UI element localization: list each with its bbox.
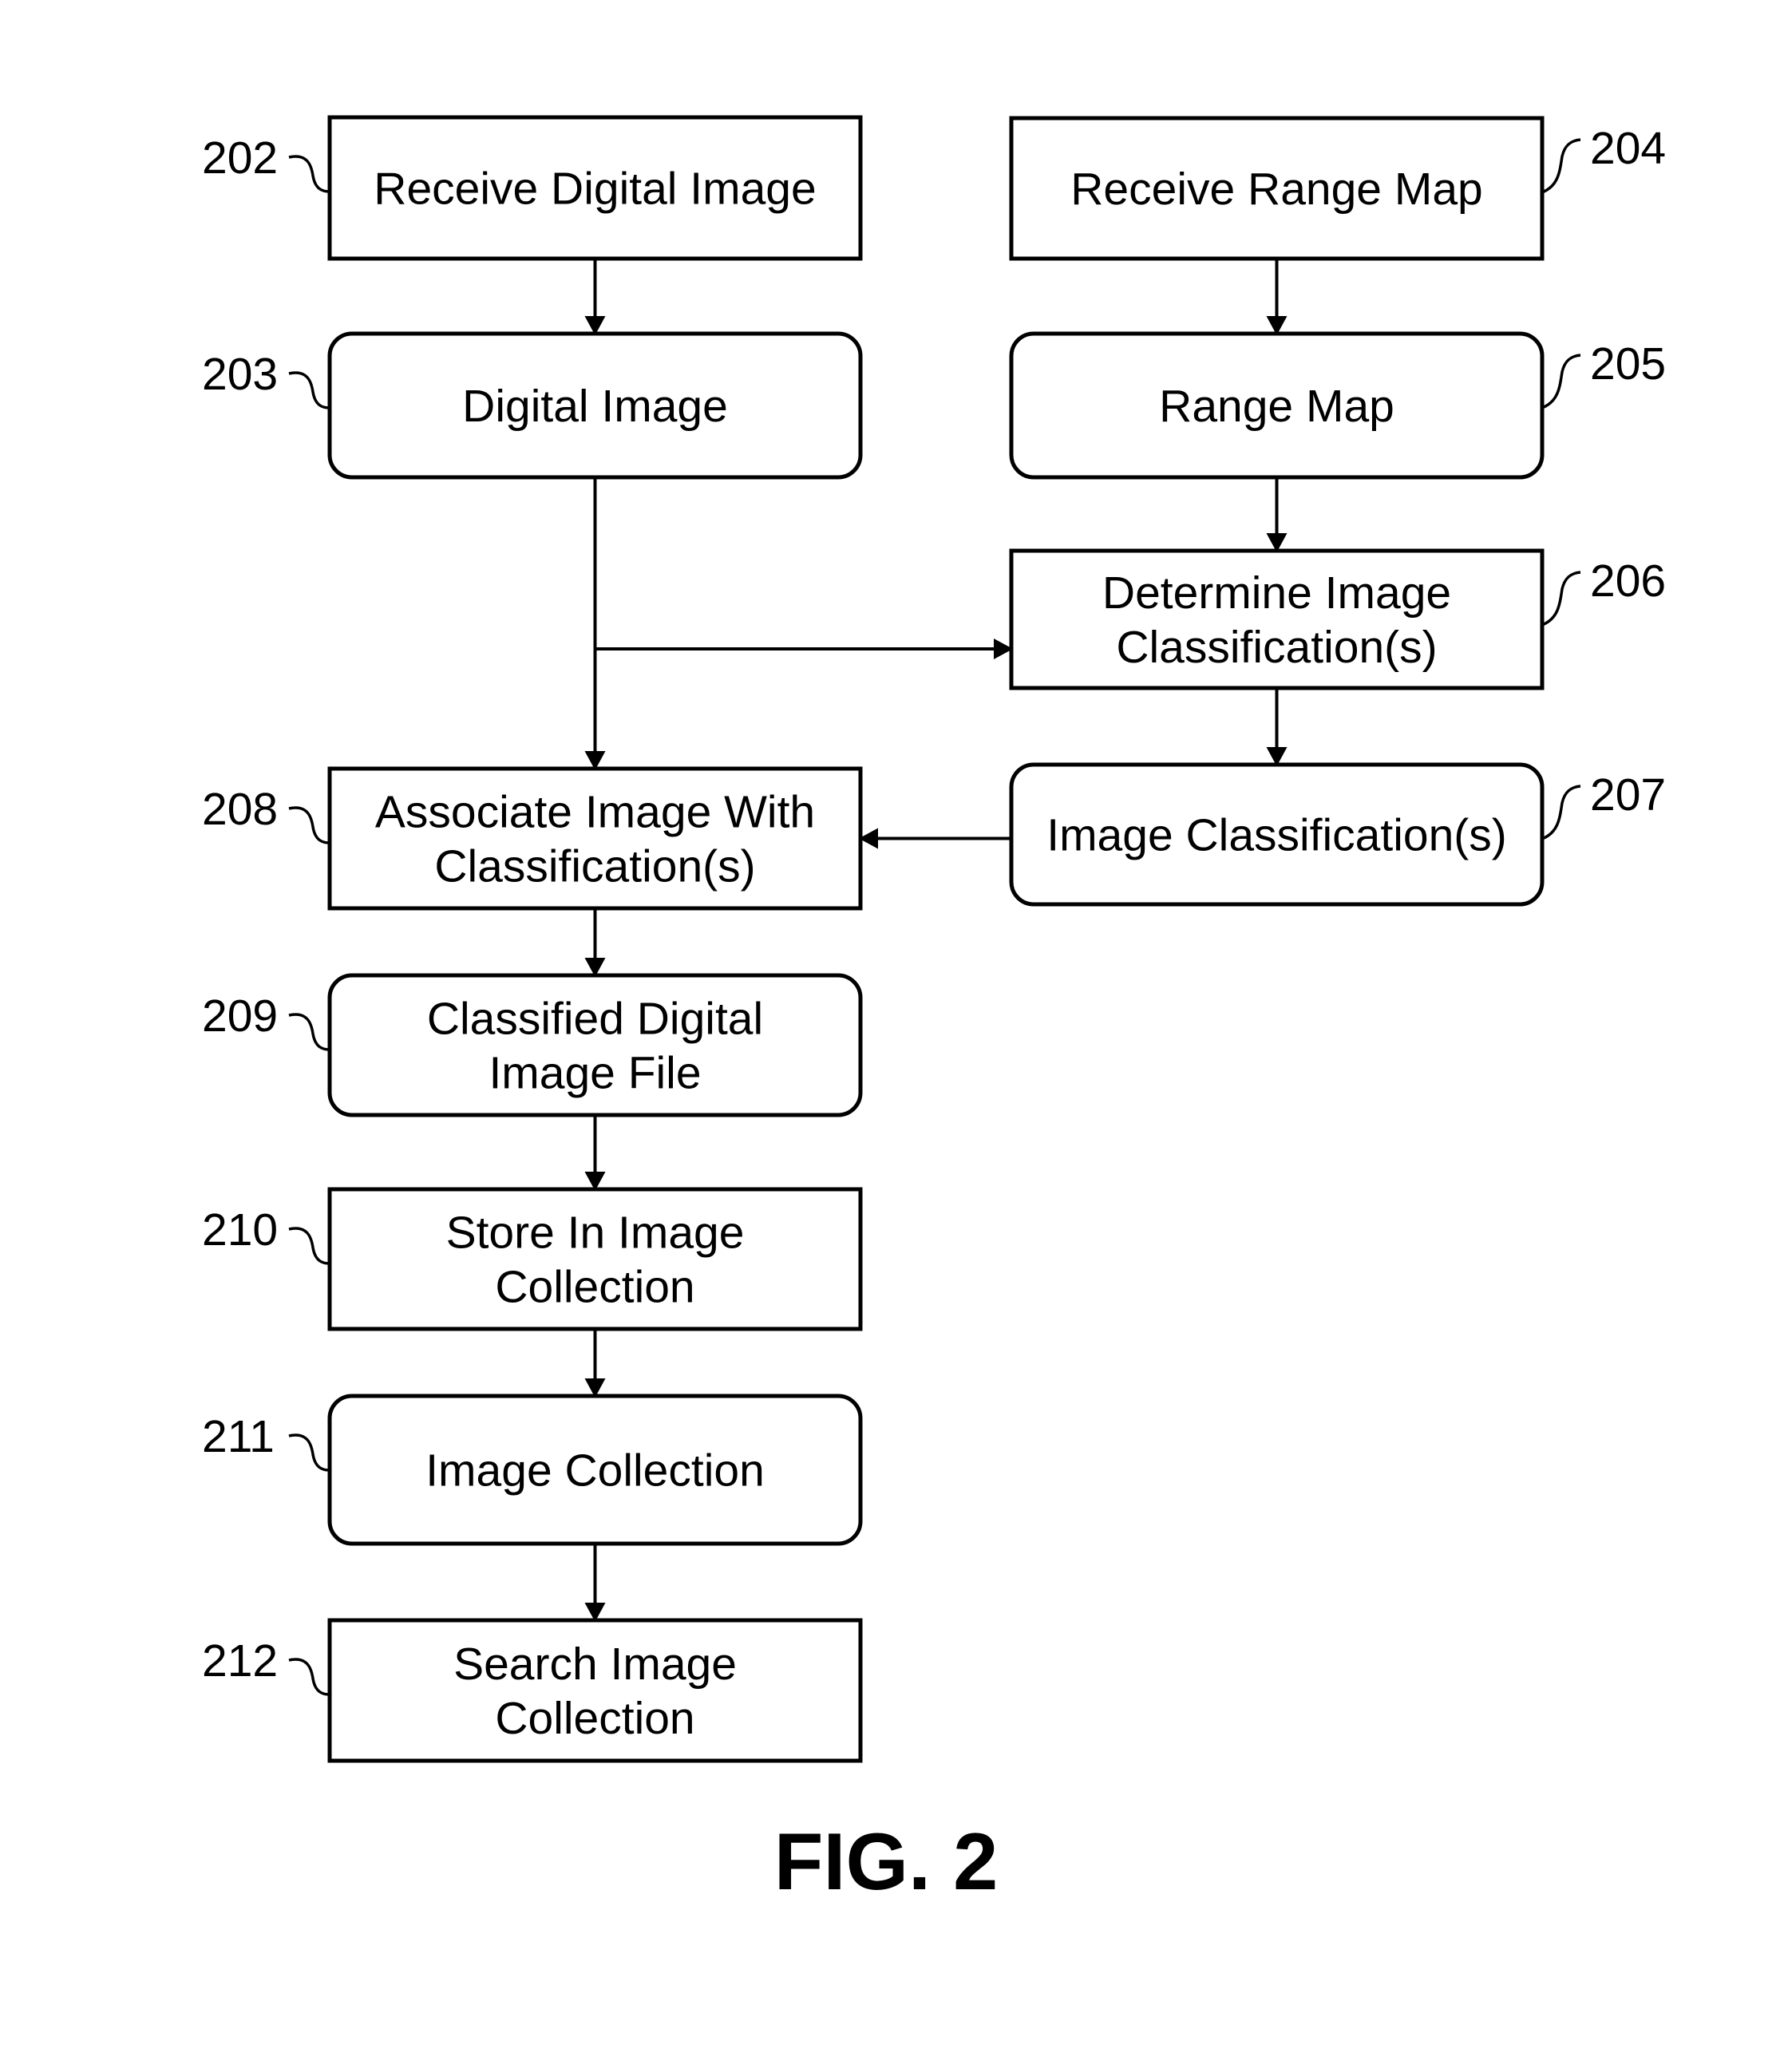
reference-number: 211 <box>202 1411 275 1462</box>
leader-line <box>288 1227 330 1265</box>
reference-numeral-202: 202 <box>202 132 330 193</box>
nodes-layer: Receive Digital Image Digital Image Receiv… <box>327 115 1545 1763</box>
flow-node-206: Determine ImageClassification(s) <box>1009 548 1545 690</box>
node-label-line: Image Collection <box>425 1445 765 1497</box>
node-label-line: Image File <box>489 1048 701 1099</box>
leader-line <box>1541 354 1581 409</box>
node-label-line: Classification(s) <box>434 841 755 892</box>
node-label-line: Receive Digital Image <box>374 164 816 215</box>
node-label-line: Image Classification(s) <box>1046 810 1507 861</box>
flow-node-209: Classified DigitalImage File <box>327 973 863 1117</box>
node-label-line: Digital Image <box>462 381 728 432</box>
figure-label: FIG. 2 <box>774 1817 999 1907</box>
leader-line <box>288 1013 330 1051</box>
flow-node-205: Range Map <box>1009 331 1545 480</box>
flow-node-207: Image Classification(s) <box>1009 762 1545 907</box>
reference-number: 204 <box>1590 123 1666 174</box>
reference-number: 205 <box>1590 338 1666 389</box>
reference-number: 212 <box>202 1635 278 1686</box>
reference-numeral-211: 211 <box>202 1411 330 1472</box>
reference-number: 202 <box>202 132 278 184</box>
reference-numeral-209: 209 <box>202 991 330 1051</box>
node-label-line: Classification(s) <box>1116 622 1437 673</box>
flow-node-211: Image Collection <box>327 1394 863 1546</box>
leader-line <box>1541 785 1581 840</box>
reference-numeral-207: 207 <box>1541 769 1666 840</box>
leader-line <box>1541 138 1581 194</box>
leader-line <box>288 1433 330 1472</box>
reference-numeral-204: 204 <box>1541 123 1666 194</box>
node-label-line: Collection <box>495 1693 694 1744</box>
leader-line <box>288 155 330 193</box>
reference-numeral-210: 210 <box>202 1204 330 1265</box>
flow-node-202: Receive Digital Image <box>327 115 863 261</box>
flow-node-203: Digital Image <box>327 331 863 480</box>
reference-number: 208 <box>202 784 278 835</box>
reference-number: 203 <box>202 349 278 400</box>
reference-number: 209 <box>202 991 278 1042</box>
node-label-line: Collection <box>495 1262 694 1313</box>
leader-line <box>288 1658 330 1696</box>
reference-numeral-206: 206 <box>1541 556 1666 627</box>
node-label-line: Search Image <box>453 1639 737 1690</box>
leader-line <box>288 371 330 409</box>
leader-line <box>288 806 330 844</box>
reference-numeral-212: 212 <box>202 1635 330 1696</box>
reference-numeral-205: 205 <box>1541 338 1666 409</box>
node-label-line: Determine Image <box>1102 567 1451 619</box>
node-label-line: Receive Range Map <box>1070 164 1482 215</box>
flowchart-diagram: Receive Digital Image Digital Image Receiv… <box>202 115 1666 1907</box>
reference-number: 210 <box>202 1204 278 1255</box>
node-label-line: Store In Image <box>446 1208 745 1259</box>
node-label-line: Range Map <box>1159 381 1394 432</box>
reference-number: 206 <box>1590 556 1666 607</box>
flow-node-204: Receive Range Map <box>1009 116 1545 261</box>
reference-number: 207 <box>1590 769 1666 820</box>
node-label-line: Classified Digital <box>427 994 763 1045</box>
reference-numeral-208: 208 <box>202 784 330 844</box>
flow-node-212: Search ImageCollection <box>327 1618 863 1763</box>
reference-numeral-203: 203 <box>202 349 330 409</box>
node-label-line: Associate Image With <box>375 787 815 838</box>
flow-node-208: Associate Image WithClassification(s) <box>327 766 863 911</box>
flow-node-210: Store In ImageCollection <box>327 1187 863 1331</box>
leader-line <box>1541 571 1581 627</box>
